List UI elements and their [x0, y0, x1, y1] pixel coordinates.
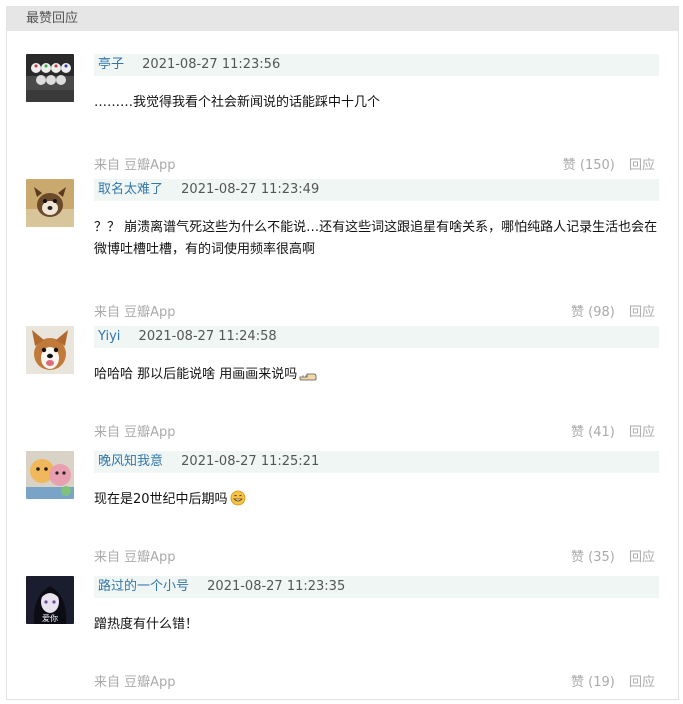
source-label: 来自: [94, 425, 121, 440]
comment-meta: 路过的一个小号 2021-08-27 11:23:35: [94, 576, 659, 598]
like-button[interactable]: 赞 (35): [571, 550, 615, 565]
comment-footer: 来自 豆瓣App 赞 (98) 回应: [94, 303, 659, 323]
avatar[interactable]: 爱你: [26, 576, 74, 624]
comment-footer: 来自 豆瓣App 赞 (41) 回应: [94, 423, 659, 443]
comment-footer: 来自 豆瓣App 赞 (19) 回应: [94, 673, 659, 693]
source-app: 豆瓣App: [124, 158, 176, 173]
avatar[interactable]: [26, 326, 74, 374]
author-link[interactable]: 路过的一个小号: [98, 579, 189, 594]
like-button[interactable]: 赞 (150): [563, 158, 615, 173]
author-link[interactable]: Yiyi: [98, 329, 120, 344]
comment-text: ………我觉得我看个社会新闻说的话能踩中十几个: [94, 95, 381, 110]
comment-time: 2021-08-27 11:23:49: [181, 182, 320, 197]
reply-button[interactable]: 回应: [629, 675, 655, 690]
comment-footer: 来自 豆瓣App 赞 (35) 回应: [94, 548, 659, 568]
source-label: 来自: [94, 305, 121, 320]
source-label: 来自: [94, 675, 121, 690]
comment-text: 现在是20世纪中后期吗: [94, 489, 659, 514]
comment-text: 蹭热度有什么错！: [94, 617, 199, 632]
author-link[interactable]: 亭子: [98, 57, 124, 72]
source-app: 豆瓣App: [124, 550, 176, 565]
comment-time: 2021-08-27 11:25:21: [181, 454, 320, 469]
reply-button[interactable]: 回应: [629, 425, 655, 440]
avatar[interactable]: [26, 54, 74, 102]
avatar[interactable]: [26, 451, 74, 499]
like-button[interactable]: 赞 (41): [571, 425, 615, 440]
reply-button[interactable]: 回应: [629, 305, 655, 320]
reply-button[interactable]: 回应: [629, 158, 655, 173]
like-count: (150): [579, 158, 615, 173]
panel-title: 最赞回应: [7, 7, 678, 31]
like-button[interactable]: 赞 (98): [571, 305, 615, 320]
author-link[interactable]: 取名太难了: [98, 182, 163, 197]
comment-text: ？？ 崩溃离谱气死这些为什么不能说…还有这些词这跟追星有啥关系，哪怕纯路人记录生…: [94, 220, 658, 257]
comment-time: 2021-08-27 11:23:35: [207, 579, 346, 594]
source-app: 豆瓣App: [124, 675, 176, 690]
comment-meta: Yiyi 2021-08-27 11:24:58: [94, 326, 659, 348]
author-link[interactable]: 晚风知我意: [98, 454, 163, 469]
like-count: (35): [588, 550, 615, 565]
grinning-emoji-icon: [230, 490, 246, 514]
like-count: (41): [588, 425, 615, 440]
source-label: 来自: [94, 158, 121, 173]
source-label: 来自: [94, 550, 121, 565]
comment-meta: 晚风知我意 2021-08-27 11:25:21: [94, 451, 659, 473]
comment-time: 2021-08-27 11:23:56: [142, 57, 281, 72]
avatar[interactable]: [26, 179, 74, 227]
comment-meta: 亭子 2021-08-27 11:23:56: [94, 54, 659, 76]
reply-button[interactable]: 回应: [629, 550, 655, 565]
source-app: 豆瓣App: [124, 425, 176, 440]
comment-time: 2021-08-27 11:24:58: [138, 329, 277, 344]
like-count: (19): [588, 675, 615, 690]
pointing-hand-emoji-icon: [299, 367, 317, 389]
comment-footer: 来自 豆瓣App 赞 (150) 回应: [94, 156, 659, 176]
source-app: 豆瓣App: [124, 305, 176, 320]
like-count: (98): [588, 305, 615, 320]
svg-text:爱你: 爱你: [42, 613, 58, 623]
like-button[interactable]: 赞 (19): [571, 675, 615, 690]
comment-meta: 取名太难了 2021-08-27 11:23:49: [94, 179, 659, 201]
comment-text: 哈哈哈 那以后能说啥 用画画来说吗: [94, 364, 659, 389]
comments-panel: 最赞回应 亭子 2021-08-27 11:23:56 ………我觉得我看个社会新…: [6, 6, 679, 700]
